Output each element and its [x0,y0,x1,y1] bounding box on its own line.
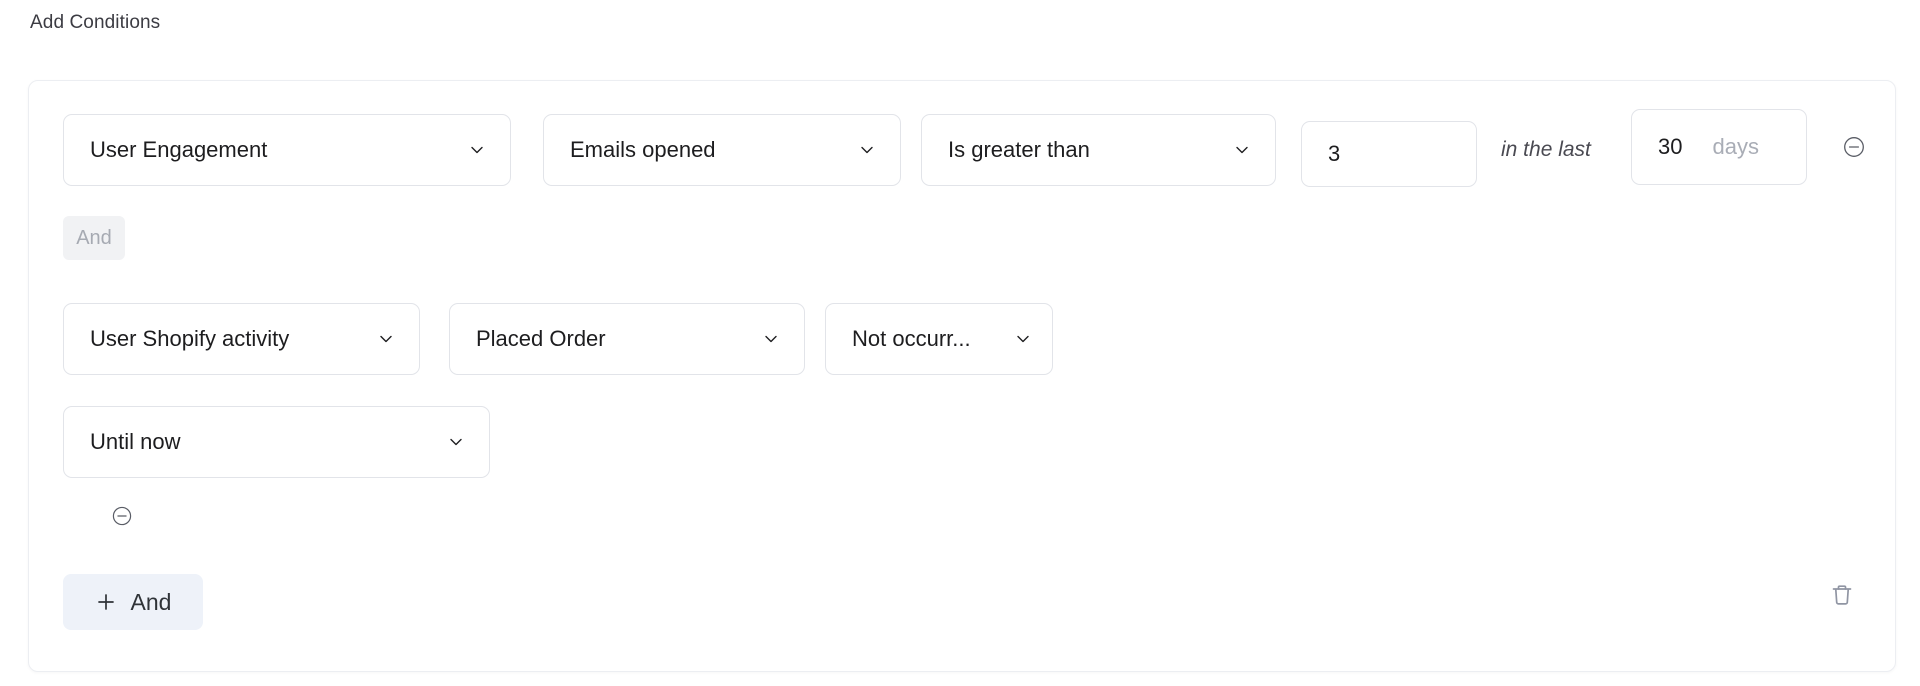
condition-1-timeframe-input[interactable]: 30 days [1631,109,1807,185]
condition-2-attribute-select[interactable]: Placed Order [449,303,805,375]
circle-minus-icon [1844,137,1864,157]
condition-1-attribute-label: Emails opened [570,137,716,162]
condition-2-category-select[interactable]: User Shopify activity [63,303,420,375]
condition-2-operator-select[interactable]: Not occurr... [825,303,1053,375]
condition-1-value-input[interactable]: 3 [1301,121,1477,187]
chevron-down-icon [1012,328,1034,350]
condition-1-attribute-select[interactable]: Emails opened [543,114,901,186]
condition-1-category-select[interactable]: User Engagement [63,114,511,186]
chevron-down-icon [445,431,467,453]
condition-2-remove-button[interactable] [107,501,137,531]
add-conditions-page: Add Conditions User Engagement Emails op… [0,0,1920,686]
chevron-down-icon [760,328,782,350]
chevron-down-icon [856,139,878,161]
condition-2-operator-label: Not occurr... [852,326,971,351]
conditions-card: User Engagement Emails opened Is greater… [28,80,1896,672]
add-and-button[interactable]: And [63,574,203,630]
and-connector-chip: And [63,216,125,260]
delete-group-button[interactable] [1825,578,1859,612]
page-title: Add Conditions [30,12,161,33]
condition-2-timeframe-select[interactable]: Until now [63,406,490,478]
condition-1-timeframe-value: 30 [1658,134,1683,159]
condition-2-category-label: User Shopify activity [90,326,290,351]
condition-1-operator-label: Is greater than [948,137,1090,162]
chevron-down-icon [375,328,397,350]
condition-1-remove-button[interactable] [1839,132,1869,162]
add-and-button-label: And [130,588,172,615]
circle-minus-icon [112,506,132,526]
chevron-down-icon [1231,139,1253,161]
chevron-down-icon [466,139,488,161]
condition-1-category-label: User Engagement [90,137,268,162]
condition-1-timeframe-note: in the last [1501,138,1591,161]
condition-1-value-text: 3 [1328,141,1341,166]
trash-icon [1832,585,1852,605]
and-connector-label: And [76,227,112,249]
condition-2-timeframe-label: Until now [90,429,181,454]
condition-2-attribute-label: Placed Order [476,326,606,351]
condition-1-operator-select[interactable]: Is greater than [921,114,1276,186]
plus-icon [95,591,117,613]
condition-1-timeframe-unit: days [1712,134,1759,159]
